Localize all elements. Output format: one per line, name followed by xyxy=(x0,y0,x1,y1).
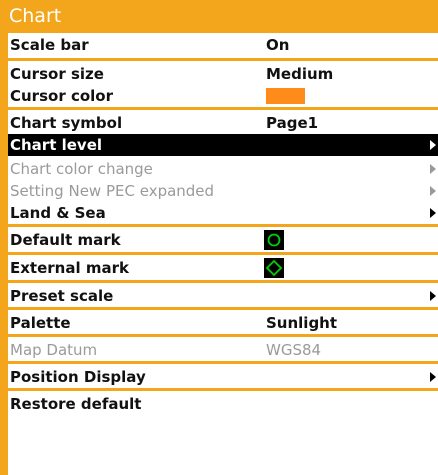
submenu-arrow-icon xyxy=(430,140,436,150)
menu-item-position-display[interactable]: Position Display xyxy=(8,366,438,388)
submenu-arrow-icon xyxy=(430,372,436,382)
menu-item-label: Map Datum xyxy=(10,341,98,359)
menu-group-marks: Default mark xyxy=(8,224,438,252)
menu-group-palette: Palette Sunlight xyxy=(8,307,438,334)
menu-item-chart-symbol[interactable]: Chart symbol Page1 xyxy=(8,112,438,134)
menu-item-label: Land & Sea xyxy=(10,204,106,222)
menu-item-chart-color-change: Chart color change xyxy=(8,158,438,180)
diamond-mark-icon xyxy=(264,258,284,278)
menu-group-datum: Map Datum WGS84 xyxy=(8,334,438,361)
menu-item-label: Palette xyxy=(10,314,71,332)
menu-item-external-mark[interactable]: External mark xyxy=(8,256,438,280)
menu-item-label: Setting New PEC expanded xyxy=(10,182,215,200)
menu-group-cursor: Cursor size Medium Cursor color xyxy=(8,58,438,107)
submenu-arrow-icon xyxy=(430,208,436,218)
menu-item-value: Medium xyxy=(266,65,334,83)
menu-item-scale-bar[interactable]: Scale bar On xyxy=(8,33,438,58)
menu-item-land-sea[interactable]: Land & Sea xyxy=(8,202,438,224)
menu-item-label: Restore default xyxy=(10,395,142,413)
menu-item-cursor-color[interactable]: Cursor color xyxy=(8,85,438,107)
menu-item-value: Page1 xyxy=(266,114,319,132)
menu-item-label: Default mark xyxy=(10,231,121,249)
menu-item-value: On xyxy=(266,36,290,54)
menu-item-label: Chart color change xyxy=(10,160,153,178)
menu-group-restore: Restore default xyxy=(8,388,438,415)
menu-group-chart: Chart symbol Page1 Chart level Chart col… xyxy=(8,107,438,224)
menu-item-label: Position Display xyxy=(10,368,146,386)
circle-mark-icon xyxy=(264,230,284,250)
menu-group-scale: Scale bar On xyxy=(8,33,438,58)
menu-item-value: Sunlight xyxy=(266,314,338,332)
menu-group-preset: Preset scale xyxy=(8,280,438,307)
menu-item-restore-default[interactable]: Restore default xyxy=(8,393,438,415)
menu-item-palette[interactable]: Palette Sunlight xyxy=(8,312,438,334)
submenu-arrow-icon xyxy=(430,291,436,301)
menu-item-cursor-size[interactable]: Cursor size Medium xyxy=(8,63,438,85)
menu-item-value: WGS84 xyxy=(266,341,322,359)
menu-item-default-mark[interactable]: Default mark xyxy=(8,228,438,252)
menu-group-position: Position Display xyxy=(8,361,438,388)
menu-item-label: Chart level xyxy=(10,136,103,154)
menu-item-label: External mark xyxy=(10,259,129,277)
menu-panel: Scale bar On Cursor size Medium Cursor c… xyxy=(8,33,438,475)
cursor-color-swatch xyxy=(266,88,305,104)
menu-group-external-mark: External mark xyxy=(8,252,438,280)
menu-item-map-datum: Map Datum WGS84 xyxy=(8,339,438,361)
menu-title: Chart xyxy=(0,0,438,33)
menu-item-label: Scale bar xyxy=(10,36,89,54)
submenu-arrow-icon xyxy=(430,186,436,196)
menu-item-label: Cursor color xyxy=(10,87,113,105)
submenu-arrow-icon xyxy=(430,164,436,174)
menu-item-chart-level[interactable]: Chart level xyxy=(8,134,438,156)
menu-item-setting-new-pec: Setting New PEC expanded xyxy=(8,180,438,202)
menu-item-label: Chart symbol xyxy=(10,114,123,132)
menu-item-label: Cursor size xyxy=(10,65,104,83)
menu-item-preset-scale[interactable]: Preset scale xyxy=(8,285,438,307)
chart-menu-window: Chart Scale bar On Cursor size Medium Cu… xyxy=(0,0,438,475)
menu-item-label: Preset scale xyxy=(10,287,114,305)
